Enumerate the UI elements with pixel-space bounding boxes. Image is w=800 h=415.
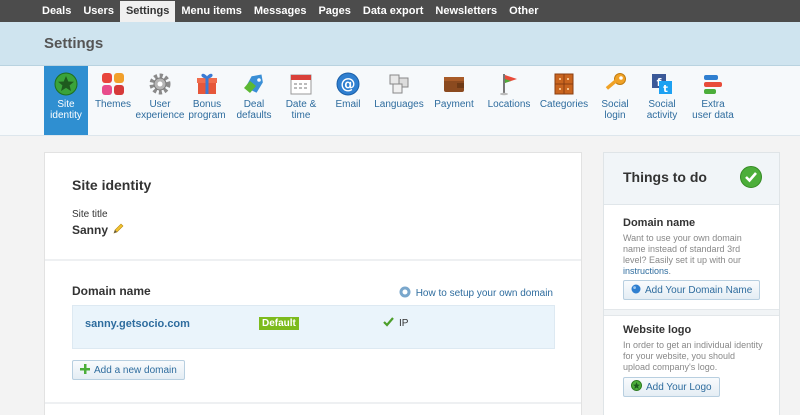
tool-label: Languages	[374, 99, 424, 110]
cabinet-icon	[552, 72, 576, 96]
settings-toolbar: Site identity Themes User experience Bon…	[0, 66, 800, 136]
tool-payment[interactable]: Payment	[428, 66, 480, 135]
tool-locations[interactable]: Locations	[483, 66, 535, 135]
site-title-label: Site title	[72, 209, 108, 220]
page-title: Settings	[44, 35, 104, 52]
domain-section-title: Domain name	[72, 284, 151, 298]
page-header: Settings	[0, 22, 800, 66]
todo-desc-period: .	[668, 266, 672, 276]
todo-item-desc: In order to get an individual identity f…	[623, 340, 763, 372]
tag-icon	[242, 72, 266, 96]
tool-label: Social activity	[646, 99, 678, 121]
pencil-icon[interactable]	[113, 223, 124, 237]
things-to-do-header: Things to do	[604, 153, 779, 205]
tool-label: User experience	[135, 99, 185, 121]
section-divider	[45, 402, 581, 404]
bars-icon	[701, 72, 725, 96]
social-icon: ft	[650, 72, 674, 96]
nav-menu-items[interactable]: Menu items	[175, 0, 248, 22]
svg-text:@: @	[341, 75, 356, 93]
blue-dot-icon	[631, 284, 641, 297]
site-title-text: Sanny	[72, 223, 109, 237]
tool-site-identity[interactable]: Site identity	[44, 66, 88, 135]
tool-label: Email	[335, 99, 361, 110]
tool-label: Extra user data	[692, 99, 734, 121]
tool-themes[interactable]: Themes	[91, 66, 135, 135]
todo-item-title: Domain name	[623, 217, 696, 229]
svg-text:t: t	[663, 84, 668, 95]
section-divider	[45, 259, 581, 261]
tool-extra-user-data[interactable]: Extra user data	[687, 66, 739, 135]
things-to-do-title: Things to do	[623, 169, 707, 185]
nav-other[interactable]: Other	[503, 0, 544, 22]
calendar-icon	[289, 72, 313, 96]
key-icon	[603, 72, 627, 96]
add-logo-button[interactable]: Add Your Logo	[623, 377, 720, 397]
nav-deals[interactable]: Deals	[36, 0, 77, 22]
todo-item-title: Website logo	[623, 324, 692, 336]
todo-item-domain: Domain name Want to use your own domain …	[604, 205, 779, 311]
nav-data-export[interactable]: Data export	[357, 0, 430, 22]
add-domain-name-label: Add Your Domain Name	[645, 284, 753, 296]
tool-label: Date & time	[285, 99, 317, 121]
keyboard-icon	[387, 72, 411, 96]
help-link-text: How to setup your own domain	[415, 288, 553, 299]
flag-icon	[497, 72, 521, 96]
add-domain-button[interactable]: Add a new domain	[72, 360, 185, 380]
star-badge-icon	[54, 72, 78, 96]
tool-languages[interactable]: Languages	[373, 66, 425, 135]
gift-icon	[195, 72, 219, 96]
things-to-do-panel: Things to do Domain name Want to use you…	[603, 152, 780, 415]
todo-item-logo: Website logo In order to get an individu…	[604, 316, 779, 415]
gear-icon	[148, 72, 172, 96]
tool-label: Social login	[601, 99, 629, 121]
star-icon	[631, 380, 642, 394]
main-panel: Site identity Site title Sanny Domain na…	[44, 152, 582, 415]
tool-label: Categories	[539, 99, 589, 110]
tool-label: Site identity	[50, 99, 82, 121]
add-domain-name-button[interactable]: Add Your Domain Name	[623, 280, 761, 300]
tool-label: Payment	[434, 99, 474, 110]
nav-pages[interactable]: Pages	[312, 0, 356, 22]
tool-label: Locations	[487, 99, 531, 110]
top-nav: Deals Users Settings Menu items Messages…	[0, 0, 800, 22]
tool-categories[interactable]: Categories	[538, 66, 590, 135]
tool-email[interactable]: @ Email	[326, 66, 370, 135]
side-separator	[604, 309, 779, 316]
nav-users[interactable]: Users	[77, 0, 120, 22]
domain-help-link[interactable]: How to setup your own domain	[399, 286, 553, 301]
nav-settings[interactable]: Settings	[119, 1, 176, 22]
todo-desc-text: Want to use your own domain name instead…	[623, 233, 742, 265]
themes-icon	[101, 72, 125, 96]
at-sign-icon: @	[336, 72, 360, 96]
ip-status: IP	[383, 317, 408, 330]
tool-user-experience[interactable]: User experience	[135, 66, 185, 135]
tool-deal-defaults[interactable]: Deal defaults	[232, 66, 276, 135]
ip-label: IP	[399, 318, 409, 329]
tool-date-time[interactable]: Date & time	[279, 66, 323, 135]
checkmark-icon	[383, 317, 394, 330]
tool-label: Themes	[94, 99, 132, 110]
plus-icon	[80, 363, 90, 377]
tool-label: Bonus program	[188, 99, 226, 121]
site-title-value: Sanny	[72, 223, 124, 237]
instructions-link[interactable]: instructions	[623, 266, 669, 276]
add-domain-label: Add a new domain	[94, 364, 177, 376]
add-logo-label: Add Your Logo	[646, 381, 712, 393]
tool-label: Deal defaults	[236, 99, 272, 121]
info-icon	[399, 286, 411, 301]
status-badge: Default	[259, 317, 299, 330]
nav-messages[interactable]: Messages	[248, 0, 313, 22]
domain-url[interactable]: sanny.getsocio.com	[85, 318, 190, 330]
checkmark-circle-icon	[740, 166, 762, 191]
section-title: Site identity	[72, 177, 152, 193]
tool-social-activity[interactable]: ft Social activity	[640, 66, 684, 135]
todo-item-desc: Want to use your own domain name instead…	[623, 233, 763, 277]
tool-social-login[interactable]: Social login	[593, 66, 637, 135]
tool-bonus-program[interactable]: Bonus program	[185, 66, 229, 135]
nav-newsletters[interactable]: Newsletters	[429, 0, 503, 22]
table-row: sanny.getsocio.com Default IP	[72, 305, 555, 349]
wallet-icon	[442, 72, 466, 96]
